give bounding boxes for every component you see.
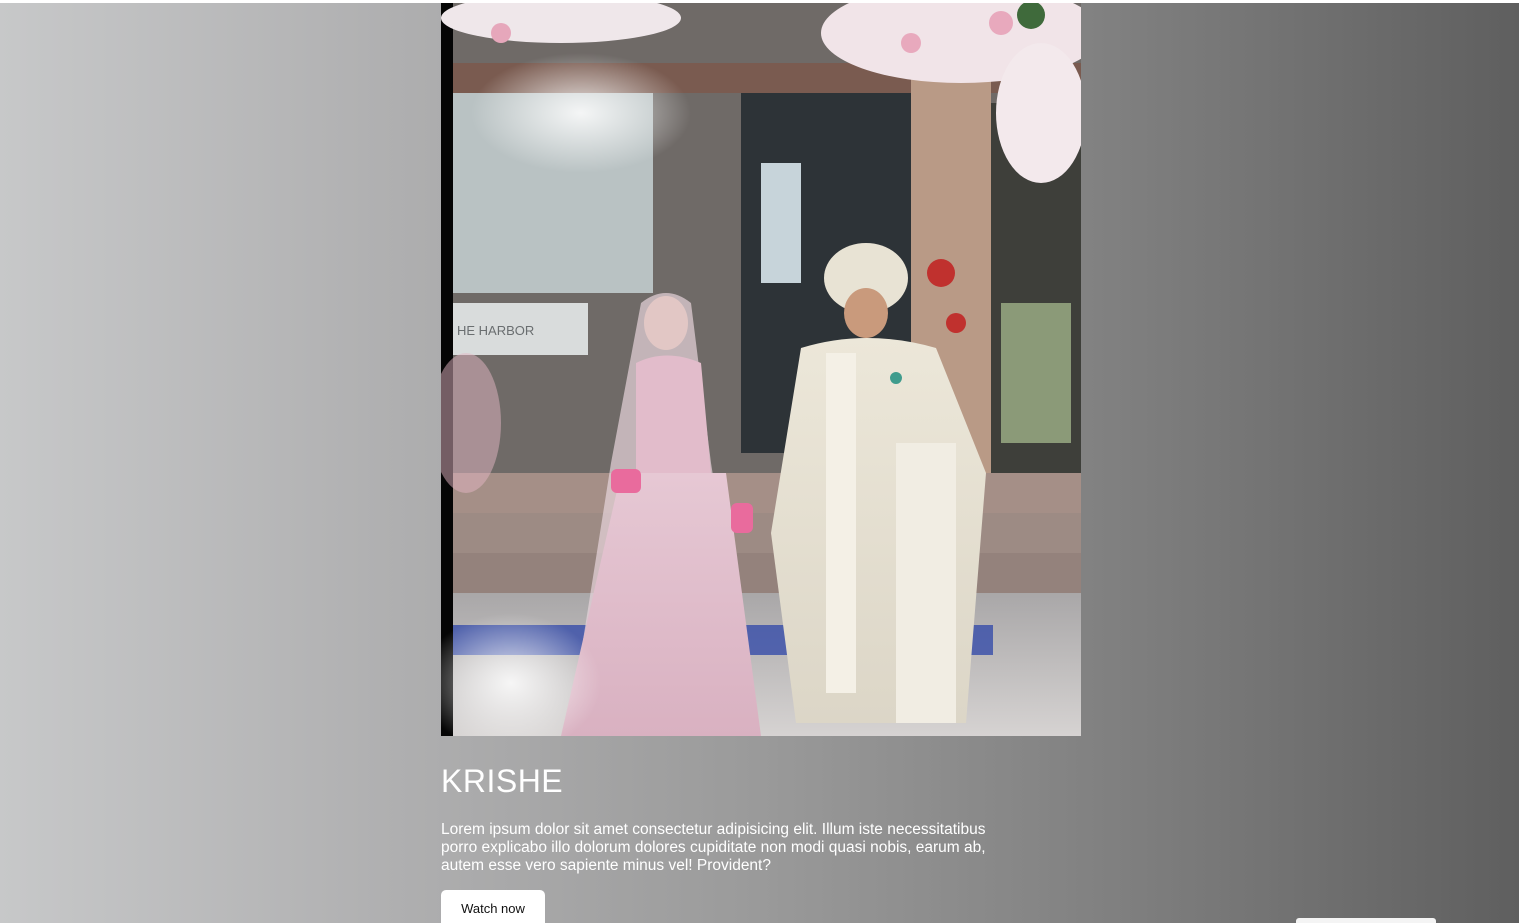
next-slide-thumbnail[interactable] [1296, 918, 1436, 923]
slide-title: KRISHE [441, 763, 564, 799]
watch-now-button[interactable]: Watch now [441, 890, 545, 923]
background-sign-text: HE HARBOR [457, 323, 534, 338]
wedding-couple-photo: HE HARBOR [441, 3, 1081, 736]
slide-description: Lorem ipsum dolor sit amet consectetur a… [441, 821, 986, 874]
hero-slide: HE HARBOR KRISHE Lorem ipsum dolor sit a… [0, 3, 1519, 923]
